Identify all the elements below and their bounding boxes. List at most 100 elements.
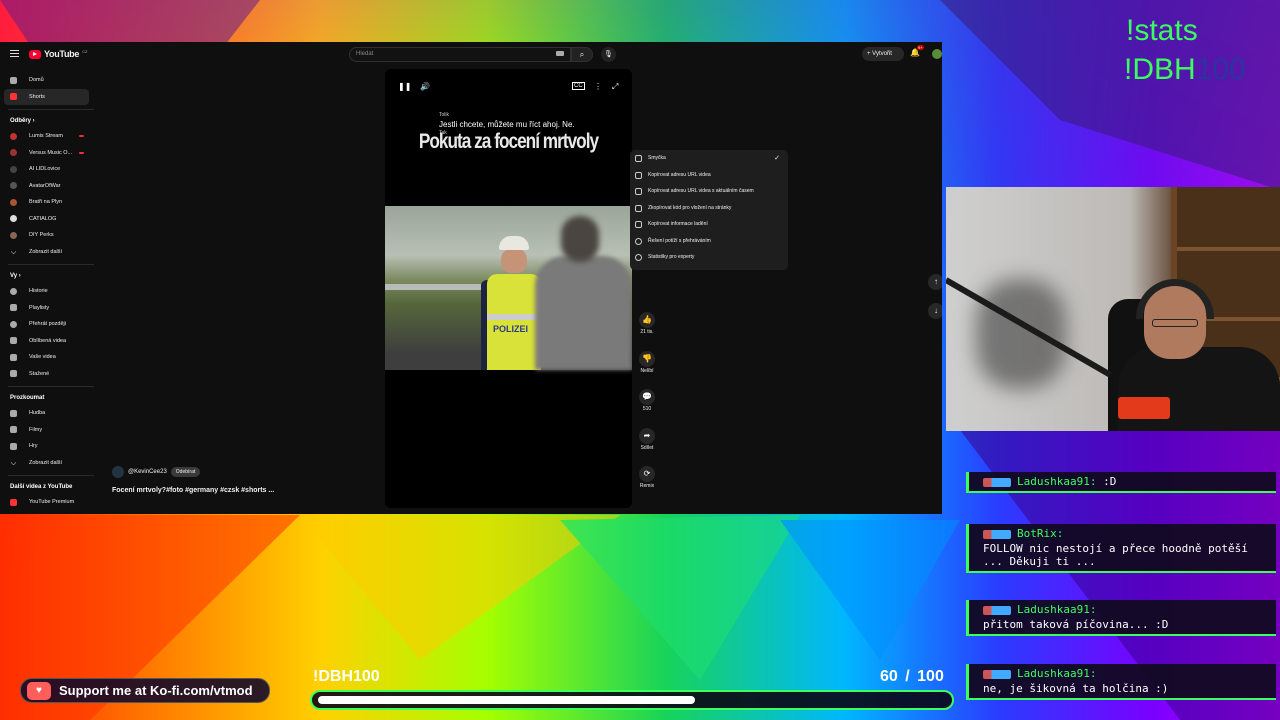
sidebar-item-music[interactable]: Hudba xyxy=(0,405,96,422)
share-label: Sdílet xyxy=(640,444,654,451)
dislike-label: Nelíbí xyxy=(640,367,654,374)
sidebar-divider xyxy=(8,386,94,387)
sidebar-item-subscription[interactable]: Lumis Stream xyxy=(0,128,96,145)
sidebar-item-label: YouTube Premium xyxy=(29,499,75,506)
menu-item-troubleshoot[interactable]: Řešení potíží s přehráváním xyxy=(630,233,788,250)
sidebar-item-premium[interactable]: YouTube Premium xyxy=(0,494,96,511)
youtube-logo[interactable]: YouTube CZ xyxy=(29,49,87,59)
menu-item-stats[interactable]: Statistiky pro experty xyxy=(630,249,788,266)
subscriptions-header[interactable]: Odběry › xyxy=(0,114,96,128)
share-icon: ➦ xyxy=(639,427,655,444)
next-short-button[interactable]: ↓ xyxy=(928,303,942,319)
subscribe-button[interactable]: Odebírat xyxy=(170,467,201,477)
chat-username: BotRix xyxy=(1017,527,1057,540)
share-button[interactable]: ➦ Sdílet xyxy=(632,427,662,465)
sidebar-item-show-more[interactable]: Zobrazit další xyxy=(0,455,96,472)
chat-colon: : xyxy=(1089,475,1104,488)
menu-item-loop[interactable]: Smyčka ✓ xyxy=(630,150,788,167)
loop-icon xyxy=(635,155,642,162)
sidebar-item-show-more[interactable]: Zobrazit další xyxy=(0,244,96,261)
search-input[interactable]: Hledat xyxy=(349,47,571,62)
sidebar-item-shorts[interactable]: Shorts xyxy=(4,88,89,105)
chat-username: Ladushkaa91 xyxy=(1017,475,1090,488)
sidebar-divider xyxy=(8,109,94,110)
channel-avatar xyxy=(10,215,17,223)
channel-avatar xyxy=(10,165,17,173)
comments-button[interactable]: 💬 510 xyxy=(632,389,662,426)
sidebar: Domů Shorts Odběry › Lumis Stream Versus… xyxy=(0,72,96,511)
dbh-command-prefix: !DBH xyxy=(1124,53,1196,86)
sidebar-item-subscription[interactable]: CATIALOG xyxy=(0,211,96,228)
volume-icon[interactable]: 🔊 xyxy=(420,82,430,91)
sidebar-item-games[interactable]: Hry xyxy=(0,438,96,455)
previous-short-button[interactable]: ↑ xyxy=(928,274,942,290)
keyboard-icon[interactable] xyxy=(556,51,564,56)
search-button[interactable]: ⌕ xyxy=(571,47,593,62)
sidebar-item-movies[interactable]: Filmy xyxy=(0,422,96,439)
sidebar-item-subscription[interactable]: AvatarOfWar xyxy=(0,178,96,195)
captions-icon[interactable]: CC xyxy=(572,82,585,90)
voice-search-icon[interactable]: 🎙 xyxy=(601,47,616,62)
sidebar-item-subscription[interactable]: AI LIDLovice xyxy=(0,161,96,178)
sidebar-item-subscription[interactable]: DIY Perks xyxy=(0,227,96,244)
chat-message: Ladushkaa91: :D xyxy=(966,472,1276,493)
menu-item-label: Statistiky pro experty xyxy=(648,254,695,261)
account-avatar[interactable] xyxy=(932,49,942,59)
channel-avatar xyxy=(10,231,17,239)
chat-text: ne, je šikovná ta holčina :) xyxy=(983,682,1169,695)
user-badges-icon xyxy=(983,605,1011,615)
you-header[interactable]: Vy › xyxy=(0,269,96,283)
chat-colon: : xyxy=(1089,667,1097,680)
sidebar-item-watch-later[interactable]: Přehrát později xyxy=(0,316,96,333)
pause-icon[interactable]: ❚❚ xyxy=(398,82,411,91)
caption-top: Tolik xyxy=(439,112,450,118)
menu-item-copy-debug[interactable]: Kopírovat informace ladění xyxy=(630,216,788,233)
more-options-icon[interactable]: ⋮ xyxy=(594,82,602,91)
sidebar-item-downloads[interactable]: Stažené xyxy=(0,366,96,383)
officer-face xyxy=(501,249,527,273)
channel-name[interactable]: @KevinCee23 xyxy=(128,469,167,475)
sidebar-item-home[interactable]: Domů xyxy=(0,72,96,89)
live-indicator xyxy=(79,151,84,154)
blurred-person-body xyxy=(535,256,632,370)
chat-text: :D xyxy=(1103,475,1117,488)
menu-icon[interactable] xyxy=(10,50,19,57)
shorts-player[interactable]: ❚❚ 🔊 CC ⋮ ⤢ Tolik Jestli chcete, můžete … xyxy=(385,69,632,508)
dislike-button[interactable]: 👎 Nelíbí xyxy=(632,350,662,388)
chat-message: BotRix: FOLLOW nic nestojí a přece hoodn… xyxy=(966,524,1276,573)
vest-badge-text: POLIZEI xyxy=(493,324,529,334)
menu-item-copy-url-time[interactable]: Kopírovat adresu URL videa s aktuálním č… xyxy=(630,183,788,200)
channel-avatar xyxy=(10,132,17,140)
sidebar-item-label: Bratři na Plyn xyxy=(29,199,63,206)
sidebar-item-your-videos[interactable]: Vaše videa xyxy=(0,349,96,366)
menu-item-copy-embed[interactable]: Zkopírovat kód pro vložení na stránky xyxy=(630,200,788,217)
playlist-icon xyxy=(10,304,17,312)
sidebar-item-label: DIY Perks xyxy=(29,232,54,239)
stream-stage: !stats !DBH100 YouTube CZ Hledat ⌕ 🎙 + V… xyxy=(0,0,1280,720)
sidebar-item-subscription[interactable]: Bratři na Plyn xyxy=(0,194,96,211)
menu-item-copy-url[interactable]: Kopírovat adresu URL videa xyxy=(630,167,788,184)
sidebar-item-playlists[interactable]: Playlisty xyxy=(0,300,96,317)
sidebar-item-label: Lumis Stream xyxy=(29,133,63,140)
fullscreen-icon[interactable]: ⤢ xyxy=(612,82,618,92)
remix-button[interactable]: ⟳ Remix xyxy=(632,466,662,503)
channel-avatar xyxy=(10,149,17,157)
sidebar-item-label: Filmy xyxy=(29,426,43,433)
user-badges-icon xyxy=(983,477,1011,487)
link-time-icon xyxy=(635,188,642,195)
channel-avatar[interactable] xyxy=(112,466,124,478)
thumbs-up-icon: 👍 xyxy=(639,312,655,328)
like-button[interactable]: 👍 21 tis. xyxy=(632,312,662,349)
user-badges-icon xyxy=(983,669,1011,679)
sidebar-item-liked[interactable]: Oblíbená videa xyxy=(0,333,96,350)
create-button[interactable]: + Vytvořit xyxy=(862,47,904,61)
video-overlay-title: Pokuta za focení mrtvoly xyxy=(418,130,599,153)
sidebar-item-label: Hudba xyxy=(29,410,46,417)
history-icon xyxy=(10,287,17,295)
sidebar-item-history[interactable]: Historie xyxy=(0,283,96,300)
microphone xyxy=(1118,397,1170,419)
stats-command-label: !stats xyxy=(1126,14,1198,47)
video-title[interactable]: Focení mrtvoly?#foto #germany #czsk #sho… xyxy=(112,487,274,494)
sidebar-item-subscription[interactable]: Versus Music O... xyxy=(0,145,96,162)
channel-avatar xyxy=(10,198,17,206)
